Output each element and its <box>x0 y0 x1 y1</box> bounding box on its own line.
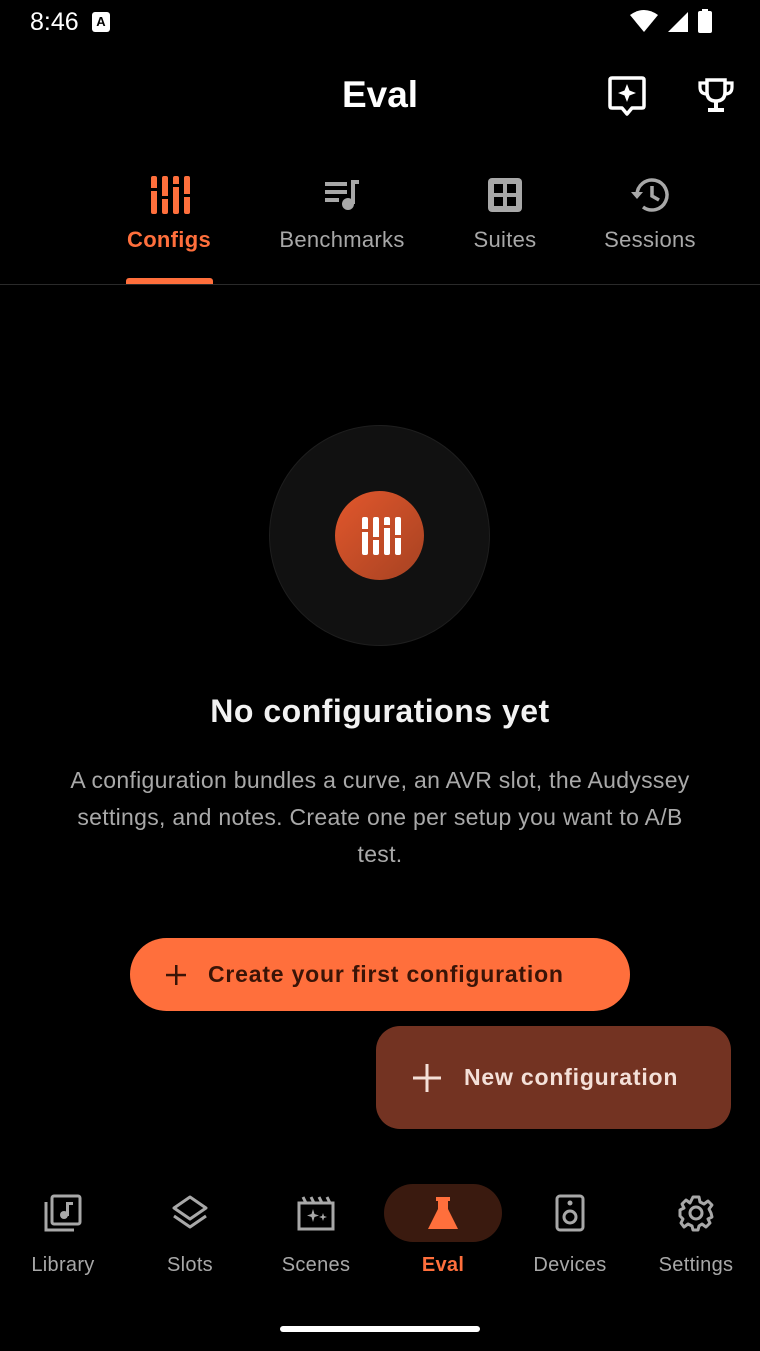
nav-item-settings[interactable]: Settings <box>633 1184 759 1277</box>
nav-label: Library <box>31 1254 95 1276</box>
sliders-icon <box>360 516 402 555</box>
nav-item-slots[interactable]: Slots <box>127 1184 253 1277</box>
empty-state-description: A configuration bundles a curve, an AVR … <box>70 767 690 867</box>
nav-label: Devices <box>533 1254 607 1276</box>
tab-label: Sessions <box>604 227 696 252</box>
sparkle-icon <box>608 76 646 116</box>
tab-label: Configs <box>127 227 211 252</box>
layers-icon <box>172 1195 208 1229</box>
cell-signal-icon <box>668 12 688 32</box>
grid-icon <box>488 178 522 212</box>
create-first-configuration-button[interactable]: Create your first configuration <box>130 938 630 1011</box>
empty-state-badge <box>335 491 424 580</box>
sliders-icon <box>150 176 191 214</box>
empty-state-title: No configurations yet <box>210 693 550 729</box>
status-icons <box>630 9 712 33</box>
tab-indicator <box>126 278 213 284</box>
feedback-button[interactable] <box>603 72 651 120</box>
library-music-icon <box>44 1194 82 1232</box>
status-bar: 8:46 A <box>0 0 760 44</box>
home-indicator[interactable] <box>280 1326 480 1332</box>
plus-icon <box>164 963 188 987</box>
nav-label: Scenes <box>281 1254 351 1276</box>
movie-filter-icon <box>297 1196 335 1231</box>
history-icon <box>631 178 669 212</box>
new-configuration-fab[interactable]: New configuration <box>376 1026 731 1129</box>
tab-bar: Configs Benchmarks Suites Sessions <box>0 165 760 285</box>
queue-music-icon <box>325 180 359 210</box>
notification-a-icon: A <box>92 12 110 32</box>
wifi-icon <box>630 10 658 32</box>
empty-state-illustration <box>269 425 490 646</box>
plus-icon <box>412 1063 442 1093</box>
tab-benchmarks[interactable]: Benchmarks <box>262 165 422 283</box>
nav-item-library[interactable]: Library <box>0 1184 126 1277</box>
nav-item-scenes[interactable]: Scenes <box>253 1184 379 1277</box>
nav-label: Eval <box>421 1254 465 1276</box>
nav-item-eval[interactable]: Eval <box>380 1184 506 1277</box>
nav-item-devices[interactable]: Devices <box>507 1184 633 1277</box>
battery-icon <box>698 9 712 33</box>
flask-icon <box>428 1197 458 1229</box>
nav-label: Slots <box>167 1254 213 1276</box>
leaderboard-button[interactable] <box>692 72 740 120</box>
tab-label: Suites <box>473 227 537 252</box>
app-bar: Eval <box>0 60 760 132</box>
gear-icon <box>678 1195 714 1232</box>
tab-suites[interactable]: Suites <box>455 165 555 283</box>
button-label: Create your first configuration <box>208 961 564 987</box>
tab-sessions[interactable]: Sessions <box>590 165 710 283</box>
status-time: 8:46 <box>30 8 79 36</box>
fab-label: New configuration <box>464 1064 679 1090</box>
trophy-icon <box>698 78 734 112</box>
tab-label: Benchmarks <box>279 227 405 252</box>
tab-configs[interactable]: Configs <box>110 165 228 283</box>
bottom-navigation: Library Slots Scenes Eval Devices Settin… <box>0 1170 760 1300</box>
nav-label: Settings <box>658 1254 734 1276</box>
speaker-icon <box>555 1194 585 1232</box>
